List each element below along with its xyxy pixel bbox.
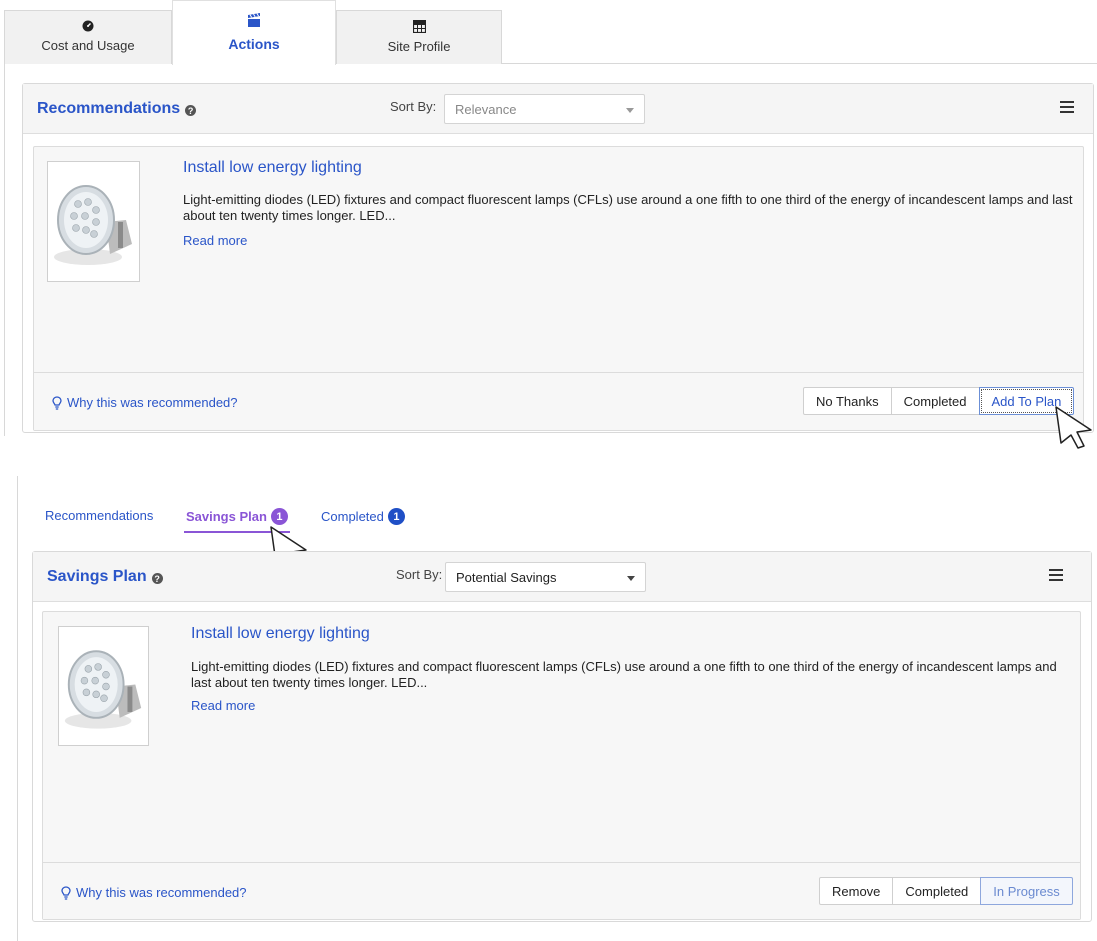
card-title[interactable]: Install low energy lighting [191, 625, 370, 643]
recommendation-card: Install low energy lighting Light-emitti… [33, 146, 1084, 431]
tab-label: Cost and Usage [41, 38, 135, 53]
count-badge: 1 [270, 508, 288, 525]
completed-button[interactable]: Completed [890, 387, 980, 415]
recommendations-panel: Recommendations ? Sort By: Relevance Ins… [22, 83, 1094, 433]
sort-value: Relevance [455, 102, 517, 117]
panel-title-text: Savings Plan [47, 568, 147, 585]
tab-label: Actions [228, 36, 280, 52]
top-tab-bar: Cost and Usage Actions Site Profile [4, 0, 1097, 65]
count-badge: 1 [387, 508, 405, 525]
panel-title: Savings Plan ? [47, 568, 163, 586]
card-action-buttons: Remove Completed In Progress [819, 877, 1073, 905]
subtab-recommendations[interactable]: Recommendations [45, 508, 153, 523]
led-bulb-image [58, 626, 149, 746]
subtab-label: Completed [321, 509, 384, 524]
sort-value: Potential Savings [456, 570, 557, 585]
savings-plan-panel: Savings Plan ? Sort By: Potential Saving… [32, 551, 1092, 922]
in-progress-button[interactable]: In Progress [980, 877, 1073, 905]
panel-title: Recommendations ? [37, 100, 197, 118]
hamburger-menu-icon[interactable] [1060, 101, 1074, 113]
gauge-icon [82, 20, 94, 32]
panel-header: Savings Plan ? Sort By: Potential Saving… [33, 552, 1091, 602]
sort-label: Sort By: [390, 99, 437, 114]
subtab-savings-plan[interactable]: Savings Plan 1 [186, 508, 288, 525]
help-icon[interactable]: ? [151, 573, 163, 584]
led-bulb-image [47, 161, 140, 282]
panel-header: Recommendations ? Sort By: Relevance [23, 84, 1093, 134]
why-recommended-link[interactable]: Why this was recommended? [52, 395, 238, 410]
card-footer: Why this was recommended? Remove Complet… [43, 862, 1080, 919]
why-text: Why this was recommended? [76, 885, 247, 900]
chevron-down-icon [626, 108, 634, 113]
help-icon[interactable]: ? [185, 105, 197, 116]
remove-button[interactable]: Remove [819, 877, 894, 905]
panel-title-text: Recommendations [37, 100, 181, 117]
mouse-pointer-icon [1055, 406, 1092, 449]
read-more-link[interactable]: Read more [191, 698, 255, 713]
card-footer: Why this was recommended? No Thanks Comp… [34, 372, 1083, 430]
card-description: Light-emitting diodes (LED) fixtures and… [191, 659, 1057, 690]
card-description: Light-emitting diodes (LED) fixtures and… [183, 192, 1073, 223]
grid-icon [412, 20, 426, 33]
completed-button[interactable]: Completed [892, 877, 982, 905]
lightbulb-icon [52, 395, 62, 410]
card-title[interactable]: Install low energy lighting [183, 159, 362, 177]
hamburger-menu-icon[interactable] [1049, 569, 1063, 581]
app-root: Cost and Usage Actions Site Profile Reco… [0, 0, 1097, 941]
why-text: Why this was recommended? [67, 395, 238, 410]
subtab-label: Recommendations [45, 508, 154, 523]
sort-label: Sort By: [396, 567, 443, 582]
frame-border [17, 476, 18, 941]
read-more-link[interactable]: Read more [183, 233, 247, 248]
subtab-completed[interactable]: Completed 1 [321, 508, 405, 525]
tab-label: Site Profile [387, 39, 451, 54]
why-recommended-link[interactable]: Why this was recommended? [61, 885, 247, 900]
lightbulb-icon [61, 885, 71, 900]
card-action-buttons: No Thanks Completed Add To Plan [803, 387, 1075, 415]
no-thanks-button[interactable]: No Thanks [803, 387, 892, 415]
frame-border [4, 64, 5, 436]
savings-plan-card: Install low energy lighting Light-emitti… [42, 611, 1081, 920]
clapperboard-icon [248, 13, 260, 27]
subtab-label: Savings Plan [186, 509, 267, 524]
tab-site-profile[interactable]: Site Profile [336, 10, 502, 64]
tab-actions[interactable]: Actions [172, 0, 336, 65]
sort-select[interactable]: Relevance [444, 94, 645, 124]
chevron-down-icon [627, 576, 635, 581]
tab-cost-and-usage[interactable]: Cost and Usage [4, 10, 172, 64]
sort-select[interactable]: Potential Savings [445, 562, 646, 592]
